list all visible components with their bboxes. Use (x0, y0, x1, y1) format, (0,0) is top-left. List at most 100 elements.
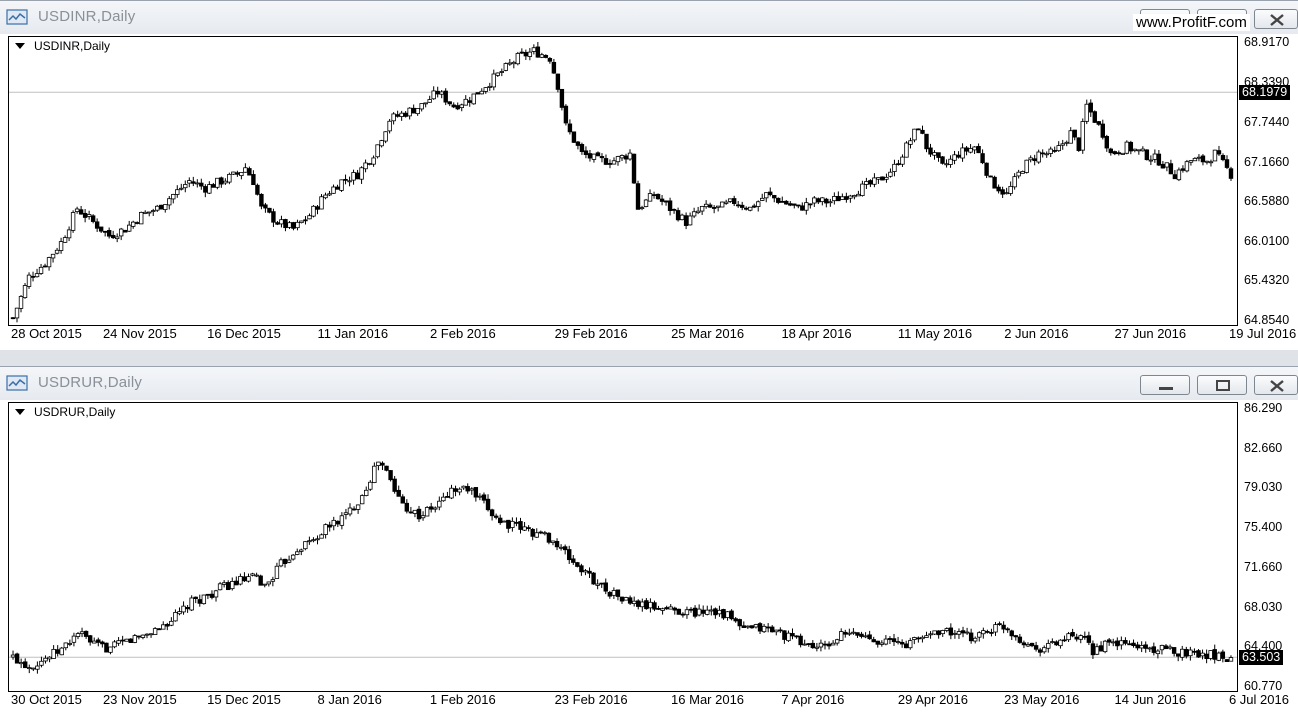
candle[interactable] (851, 628, 856, 635)
candle[interactable] (427, 95, 432, 103)
candlestick-chart-usdrur[interactable] (9, 403, 1237, 691)
candle[interactable] (483, 87, 488, 94)
candle[interactable] (920, 125, 925, 135)
candle[interactable] (315, 535, 320, 545)
candle[interactable] (116, 637, 121, 646)
close-button[interactable] (1254, 375, 1298, 395)
candle[interactable] (327, 190, 332, 197)
candle[interactable] (275, 221, 280, 226)
candle[interactable] (1139, 641, 1144, 653)
candle[interactable] (723, 199, 729, 205)
candle[interactable] (203, 184, 208, 198)
candle[interactable] (437, 496, 442, 511)
candle[interactable] (1072, 129, 1077, 141)
candle[interactable] (672, 606, 677, 615)
candle[interactable] (892, 159, 897, 177)
candle[interactable] (54, 247, 60, 255)
candle[interactable] (595, 579, 600, 590)
candle[interactable] (956, 151, 961, 159)
candle[interactable] (776, 197, 781, 205)
candle[interactable] (924, 631, 929, 638)
candle[interactable] (217, 581, 223, 591)
candle[interactable] (331, 516, 336, 531)
candle[interactable] (707, 202, 713, 209)
candle[interactable] (611, 157, 617, 165)
candle[interactable] (122, 229, 128, 233)
maximize-button[interactable] (1197, 375, 1247, 395)
candle[interactable] (729, 609, 734, 621)
candle[interactable] (920, 635, 925, 643)
candle[interactable] (120, 635, 125, 646)
candle[interactable] (383, 131, 388, 144)
candle[interactable] (514, 517, 519, 527)
candle[interactable] (579, 142, 585, 155)
candle[interactable] (932, 150, 937, 160)
candle[interactable] (1098, 641, 1104, 652)
candle[interactable] (761, 623, 767, 633)
candle[interactable] (952, 150, 957, 165)
candle[interactable] (948, 623, 954, 640)
candle[interactable] (562, 544, 568, 555)
candle[interactable] (535, 41, 541, 58)
candle[interactable] (351, 506, 357, 511)
candle[interactable] (1208, 159, 1214, 167)
candle[interactable] (912, 636, 917, 645)
candle[interactable] (412, 509, 418, 518)
candle[interactable] (607, 159, 613, 169)
candle[interactable] (615, 155, 621, 166)
candle[interactable] (384, 465, 389, 472)
candle[interactable] (1228, 166, 1234, 181)
candle[interactable] (639, 205, 645, 211)
candle[interactable] (671, 208, 677, 214)
candle[interactable] (1020, 170, 1025, 174)
candle[interactable] (39, 656, 44, 668)
candle[interactable] (859, 631, 864, 639)
candle[interactable] (1060, 139, 1065, 150)
candle[interactable] (457, 487, 462, 496)
candle[interactable] (719, 201, 725, 208)
candle[interactable] (227, 172, 232, 185)
candle[interactable] (238, 573, 243, 586)
candle[interactable] (871, 636, 876, 643)
candle[interactable] (481, 492, 487, 504)
candle[interactable] (1012, 173, 1017, 190)
candle[interactable] (191, 176, 196, 187)
candle[interactable] (1096, 121, 1101, 126)
candle[interactable] (814, 642, 820, 652)
candle[interactable] (179, 183, 184, 191)
candle[interactable] (258, 574, 263, 586)
candle[interactable] (1148, 155, 1154, 166)
candle[interactable] (984, 162, 989, 179)
candle[interactable] (175, 185, 180, 198)
candle[interactable] (1168, 159, 1174, 175)
candle[interactable] (331, 184, 336, 194)
candle[interactable] (230, 577, 235, 591)
candle[interactable] (1076, 137, 1081, 152)
candle[interactable] (185, 605, 190, 613)
candle[interactable] (928, 631, 933, 639)
candle[interactable] (502, 520, 507, 523)
candle[interactable] (498, 514, 503, 525)
candle[interactable] (1127, 640, 1132, 646)
candle[interactable] (67, 639, 73, 647)
candle[interactable] (38, 263, 44, 275)
candle[interactable] (757, 622, 763, 635)
candle[interactable] (372, 462, 377, 484)
candle[interactable] (985, 629, 990, 634)
candle[interactable] (1180, 165, 1186, 173)
candle[interactable] (343, 508, 349, 520)
candle[interactable] (347, 176, 352, 187)
candle[interactable] (903, 640, 909, 649)
candle[interactable] (695, 206, 701, 215)
candle[interactable] (676, 608, 682, 615)
candle[interactable] (976, 143, 981, 154)
candle[interactable] (1180, 645, 1185, 661)
candle[interactable] (247, 166, 252, 176)
candle[interactable] (782, 630, 787, 644)
candle[interactable] (286, 555, 292, 564)
candle[interactable] (668, 604, 673, 610)
candle[interactable] (102, 230, 108, 237)
candle[interactable] (1078, 634, 1083, 644)
candle[interactable] (90, 214, 96, 224)
close-button[interactable] (1254, 9, 1298, 29)
